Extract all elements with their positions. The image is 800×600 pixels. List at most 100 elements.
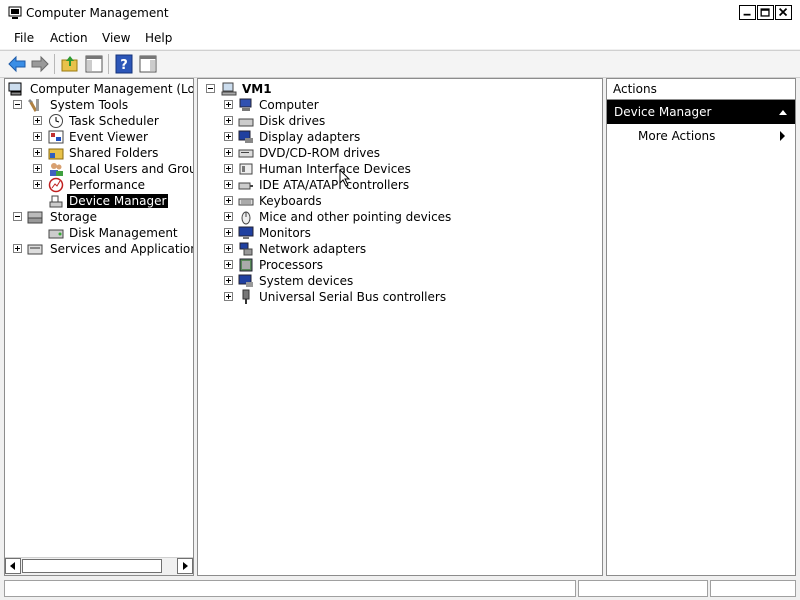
expand-icon[interactable]	[224, 116, 233, 125]
dvd-drive-icon	[238, 149, 254, 158]
expand-icon[interactable]	[224, 164, 233, 173]
expand-icon[interactable]	[224, 196, 233, 205]
horizontal-scrollbar[interactable]	[5, 557, 193, 575]
processor-icon	[239, 258, 253, 272]
actions-section-device-manager[interactable]: Device Manager	[607, 100, 795, 124]
more-actions-item[interactable]: More Actions	[607, 127, 795, 145]
tree-item-label: Event Viewer	[69, 130, 148, 144]
status-cell-2	[578, 580, 708, 597]
hid-icon	[239, 163, 253, 175]
device-category-label: Human Interface Devices	[259, 162, 411, 176]
tree-item-label: System Tools	[50, 98, 129, 112]
window-title: Computer Management	[26, 6, 169, 20]
device-category-label: Computer	[259, 98, 319, 112]
clock-icon	[49, 114, 63, 128]
device-manager-icon	[49, 195, 63, 208]
system-devices-icon	[238, 274, 253, 287]
tree-item-label: Services and Applications	[50, 242, 194, 256]
tree-item-label: Storage	[50, 210, 97, 224]
device-tree-pane: VM1 Computer Disk drives Display adapter…	[197, 78, 603, 576]
expand-icon[interactable]	[224, 244, 233, 253]
system-tools-icon	[28, 99, 39, 112]
disk-drive-icon	[238, 118, 254, 127]
scroll-left-button[interactable]	[5, 558, 21, 574]
scrollbar-thumb[interactable]	[22, 559, 162, 573]
expand-icon[interactable]	[224, 228, 233, 237]
storage-icon	[27, 211, 43, 224]
collapse-icon[interactable]	[13, 100, 22, 109]
more-actions-label: More Actions	[638, 129, 716, 143]
back-arrow-icon[interactable]	[7, 54, 27, 74]
expand-icon[interactable]	[33, 132, 42, 141]
tree-item-label: Performance	[69, 178, 146, 192]
network-adapter-icon	[239, 242, 253, 256]
disk-management-icon	[48, 229, 64, 239]
actions-header: Actions	[607, 79, 795, 100]
expand-icon[interactable]	[33, 180, 42, 189]
display-adapter-icon	[238, 130, 253, 143]
scroll-right-button[interactable]	[177, 558, 193, 574]
actions-header-label: Actions	[613, 82, 657, 96]
collapse-up-icon[interactable]	[779, 110, 787, 115]
collapse-icon[interactable]	[206, 84, 215, 93]
device-category-label: DVD/CD-ROM drives	[259, 146, 381, 160]
close-button[interactable]	[775, 5, 792, 20]
expand-icon[interactable]	[224, 180, 233, 189]
users-icon	[50, 163, 63, 176]
scroll-right-icon	[183, 562, 188, 570]
expand-icon[interactable]	[33, 116, 42, 125]
mouse-icon	[241, 211, 251, 225]
tree-item-label: Task Scheduler	[69, 114, 159, 128]
submenu-arrow-icon	[780, 131, 785, 141]
device-category-label: IDE ATA/ATAPI controllers	[259, 178, 410, 192]
status-cell-3	[710, 580, 796, 597]
menu-help[interactable]: Help	[145, 31, 172, 45]
minimize-button[interactable]	[739, 5, 756, 20]
expand-icon[interactable]	[224, 292, 233, 301]
expand-icon[interactable]	[224, 276, 233, 285]
minimize-icon	[743, 13, 751, 16]
menu-bar: File Action View Help	[0, 27, 800, 49]
scroll-left-icon	[10, 562, 15, 570]
expand-icon[interactable]	[224, 100, 233, 109]
actions-section-label: Device Manager	[614, 105, 712, 119]
device-category-label: Keyboards	[259, 194, 322, 208]
device-category-label: Mice and other pointing devices	[259, 210, 452, 224]
tree-item-label: Computer Management (Local)	[30, 82, 194, 96]
forward-arrow-icon[interactable]	[30, 54, 50, 74]
properties-icon[interactable]	[138, 54, 158, 74]
expand-icon[interactable]	[33, 148, 42, 157]
expand-icon[interactable]	[224, 260, 233, 269]
show-hide-tree-icon[interactable]	[84, 54, 104, 74]
console-tree-pane: Computer Management (Local) System Tools…	[4, 78, 194, 576]
device-category-label: Processors	[259, 258, 324, 272]
usb-icon	[242, 289, 250, 304]
collapse-icon[interactable]	[13, 212, 22, 221]
expand-icon[interactable]	[224, 148, 233, 157]
mouse-cursor-icon	[339, 169, 351, 187]
svg-text:?: ?	[120, 58, 128, 73]
close-icon	[778, 7, 788, 17]
device-category-label: Network adapters	[259, 242, 367, 256]
expand-icon[interactable]	[13, 244, 22, 253]
device-tree-root-label: VM1	[242, 82, 272, 96]
expand-icon[interactable]	[224, 132, 233, 141]
event-viewer-icon	[48, 130, 64, 144]
computer-icon	[221, 82, 237, 96]
menu-action[interactable]: Action	[50, 31, 88, 45]
computer-icon	[239, 98, 252, 111]
computer-management-window: Computer Management File Action View Hel…	[0, 0, 800, 600]
expand-icon[interactable]	[33, 164, 42, 173]
tree-item-label: Shared Folders	[69, 146, 159, 160]
expand-icon[interactable]	[224, 212, 233, 221]
ide-controller-icon	[238, 182, 253, 190]
menu-file[interactable]: File	[14, 31, 34, 45]
title-bar[interactable]: Computer Management	[0, 0, 800, 28]
menu-view[interactable]: View	[102, 31, 130, 45]
help-icon[interactable]: ?	[114, 54, 134, 74]
up-folder-icon[interactable]	[60, 54, 80, 74]
toolbar: ?	[0, 50, 800, 78]
maximize-button[interactable]	[757, 5, 774, 20]
tree-item-label-selected: Device Manager	[67, 194, 169, 208]
performance-icon	[48, 177, 64, 193]
